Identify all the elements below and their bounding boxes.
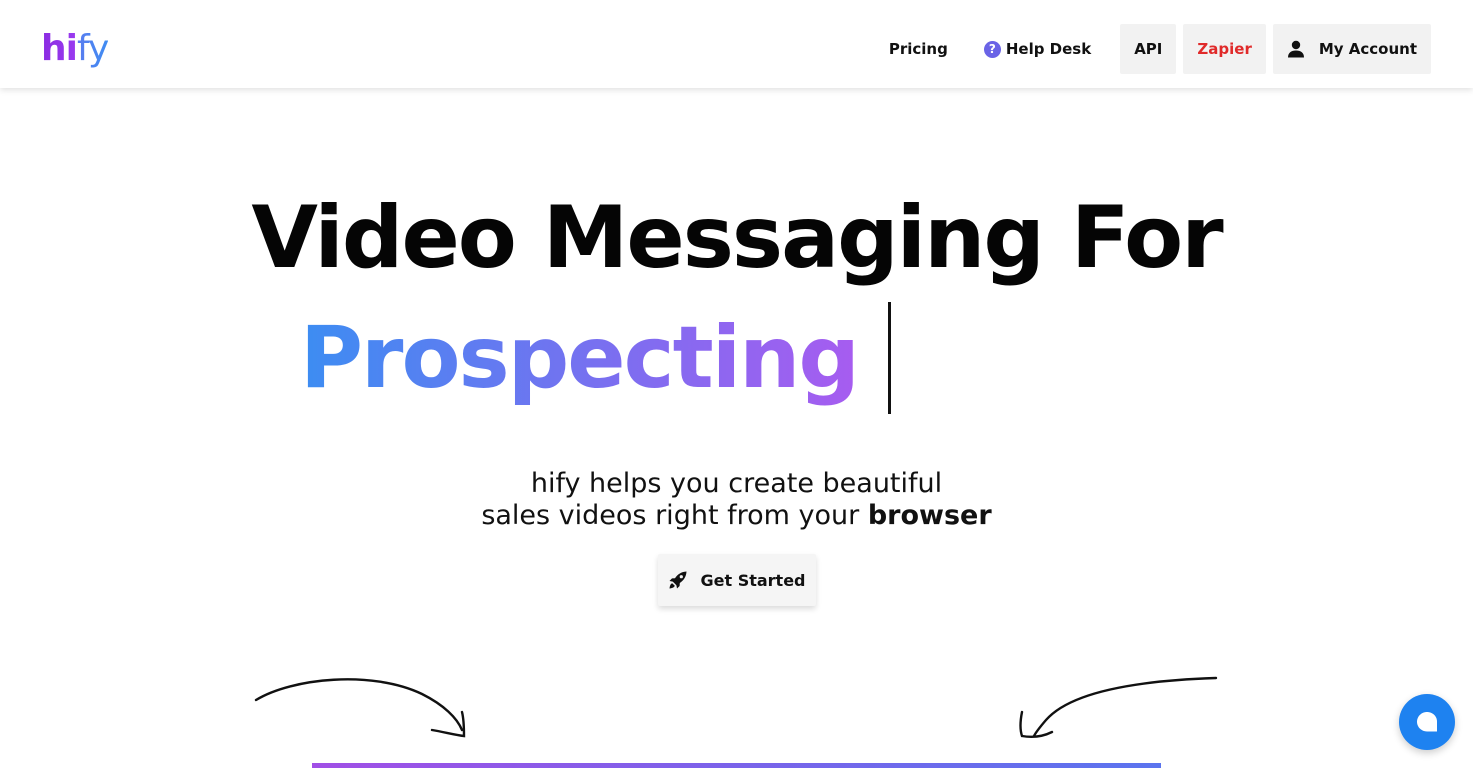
my-account-button[interactable]: My Account (1272, 24, 1431, 74)
question-circle-icon: ? (983, 40, 1001, 58)
chat-bubble-icon (1417, 712, 1437, 732)
nav-api-label: API (1134, 40, 1163, 58)
hero-subtitle-bold: browser (867, 500, 992, 531)
nav-zapier-button[interactable]: Zapier (1183, 24, 1266, 74)
get-started-button[interactable]: Get Started (658, 554, 816, 606)
hand-drawn-arrow-right-icon (1019, 676, 1218, 738)
nav-help-desk-label: Help Desk (1005, 40, 1092, 58)
rocket-icon (669, 571, 687, 589)
hero-rotating-word: Prospecting (300, 302, 860, 414)
chat-widget-button[interactable] (1399, 694, 1455, 750)
hero-subtitle-line1: hify helps you create beautiful (530, 468, 943, 499)
hero-subtitle: hify helps you create beautiful sales vi… (0, 468, 1473, 532)
hero-title: Video Messaging For (251, 188, 1223, 288)
nav-api-button[interactable]: API (1120, 24, 1177, 74)
logo-part-hi: hi (41, 28, 78, 69)
user-icon (1287, 40, 1304, 58)
my-account-label: My Account (1318, 40, 1417, 58)
hero-subtitle-line2: sales videos right from your (481, 500, 868, 531)
get-started-label: Get Started (700, 570, 806, 590)
typing-caret (888, 302, 891, 414)
hand-drawn-arrow-left-icon (254, 678, 466, 738)
nav-help-desk-link[interactable]: ? Help Desk (970, 24, 1105, 74)
site-header: hi fy Pricing ? Help Desk API Zapier My A… (0, 0, 1473, 88)
hify-logo[interactable]: hi fy (41, 27, 109, 71)
nav-zapier-label: Zapier (1197, 40, 1252, 58)
nav-pricing-link[interactable]: Pricing (875, 24, 962, 74)
nav-pricing-label: Pricing (888, 40, 948, 58)
logo-part-fy: fy (76, 28, 109, 69)
hero-rotating-text: Prospecting (300, 302, 860, 414)
main-nav: Pricing ? Help Desk API Zapier My Accoun… (875, 24, 1431, 74)
preview-frame-top-edge (312, 763, 1161, 768)
